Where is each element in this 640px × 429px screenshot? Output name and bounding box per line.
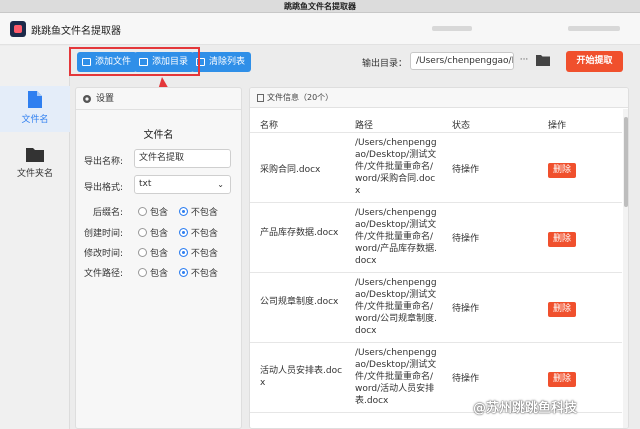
export-format-select[interactable]: txt ⌄ [134,175,231,194]
file-path-cell: /Users/chenpenggao/Desktop/测试文件/文件批量重命名/… [355,278,438,336]
output-dir-label: 输出目录： [362,59,408,69]
sidebar-item-label: 文件夹名 [16,169,53,179]
delete-button[interactable]: 删除 [548,372,576,387]
created-exclude-radio[interactable]: 不包含 [178,226,218,239]
chevron-down-icon: ⌄ [217,180,224,189]
created-include-radio[interactable]: 包含 [138,226,168,239]
suffix-include-radio[interactable]: 包含 [138,205,168,218]
file-name-cell: 产品库存数据.docx [260,228,339,238]
table-row[interactable]: 公司规章制度.docx /Users/chenpenggao/Desktop/测… [250,272,622,342]
sidebar-item-foldername[interactable]: 文件夹名 [0,146,70,192]
file-list-panel: 文件信息（20个） 名称 路径 状态 操作 采购合同.docx /Users/c… [249,87,629,429]
app-name: 跳跳鱼文件名提取器 [31,26,121,37]
file-list-header: 文件信息（20个） [250,88,628,108]
app-logo-icon [10,21,26,37]
path-include-radio[interactable]: 包含 [138,266,168,279]
file-path-cell: /Users/chenpenggao/Desktop/测试文件/文件批量重命名/… [355,348,437,406]
column-header-path: 路径 [355,121,374,131]
sidebar: 文件名 文件夹名 [0,46,70,429]
gear-icon [83,95,91,103]
file-icon [28,91,42,108]
file-name-cell: 活动人员安排表.docx [260,366,343,388]
column-header-status: 状态 [452,121,471,131]
file-status-cell: 待操作 [452,165,480,175]
file-status-cell: 待操作 [452,234,480,244]
export-format-label: 导出格式: [84,183,124,193]
annotation-highlight-box [69,47,200,76]
file-list-scrollbar[interactable] [623,109,628,428]
output-dir-input[interactable]: /Users/chenpenggao/D [410,52,514,70]
sidebar-item-label: 文件名 [21,115,49,125]
suffix-radio-group: 包含 不包含 [138,205,226,218]
file-path-cell: /Users/chenpenggao/Desktop/测试文件/文件批量重命名/… [355,208,438,266]
browse-more-button[interactable]: ··· [517,52,531,70]
modified-time-radio-group: 包含 不包含 [138,246,226,259]
file-name-cell: 采购合同.docx [260,165,321,175]
window-title: 跳跳鱼文件名提取器 [0,0,640,13]
settings-header: 设置 [76,88,241,110]
clear-list-button[interactable]: 清除列表 [191,52,252,72]
start-extract-button[interactable]: 开始提取 [566,51,623,72]
column-header-action: 操作 [548,121,567,131]
open-folder-icon[interactable] [536,54,550,66]
export-name-label: 导出名称: [84,157,124,167]
file-status-cell: 待操作 [452,304,480,314]
scrollbar-thumb[interactable] [624,117,628,207]
watermark: @苏州跳跳鱼科技 [473,401,578,416]
modified-exclude-radio[interactable]: 不包含 [178,246,218,259]
folder-icon [26,148,44,162]
table-row[interactable]: 产品库存数据.docx /Users/chenpenggao/Desktop/测… [250,202,622,272]
file-path-label: 文件路径: [84,269,124,279]
path-exclude-radio[interactable]: 不包含 [178,266,218,279]
app-header: 跳跳鱼文件名提取器 [0,13,640,45]
file-status-cell: 待操作 [452,374,480,384]
suffix-exclude-radio[interactable]: 不包含 [178,205,218,218]
delete-button[interactable]: 删除 [548,163,576,178]
document-icon [257,94,264,102]
file-path-cell: /Users/chenpenggao/Desktop/测试文件/文件批量重命名/… [355,138,437,196]
file-name-cell: 公司规章制度.docx [260,297,339,307]
modified-time-label: 修改时间: [84,249,124,259]
suffix-label: 后缀名: [93,208,124,218]
settings-panel: 设置 文件名 导出名称: 文件名提取 导出格式: txt ⌄ 后缀名: 包含 不… [75,87,242,429]
sidebar-item-filename[interactable]: 文件名 [0,86,70,132]
table-row[interactable]: 采购合同.docx /Users/chenpenggao/Desktop/测试文… [250,132,622,202]
delete-button[interactable]: 删除 [548,232,576,247]
file-path-radio-group: 包含 不包含 [138,266,226,279]
blurred-user-info [432,26,472,31]
created-time-label: 创建时间: [84,229,124,239]
column-header-name: 名称 [260,121,279,131]
blurred-account-info [568,26,620,31]
export-name-input[interactable]: 文件名提取 [134,149,231,168]
section-title: 文件名 [143,130,174,141]
delete-button[interactable]: 删除 [548,302,576,317]
modified-include-radio[interactable]: 包含 [138,246,168,259]
created-time-radio-group: 包含 不包含 [138,226,226,239]
